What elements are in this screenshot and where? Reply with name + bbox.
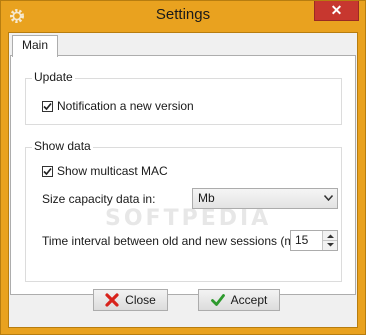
update-group-title: Update <box>32 70 75 84</box>
interval-value: 15 <box>295 233 309 247</box>
tab-panel-main: SOFTPEDIA Update Notification a new vers… <box>10 55 356 295</box>
spin-down-button[interactable] <box>322 240 337 250</box>
notification-label: Notification a new version <box>57 99 194 113</box>
accept-button-label: Accept <box>230 293 268 307</box>
notification-checkbox[interactable] <box>42 100 53 112</box>
red-x-icon <box>105 293 119 307</box>
interval-label: Time interval between old and new sessio… <box>42 234 312 248</box>
interval-spinbox[interactable]: 15 <box>290 230 338 251</box>
multicast-checkbox-row[interactable]: Show multicast MAC <box>42 164 168 178</box>
window-close-button[interactable]: ✕ <box>314 1 359 21</box>
show-data-group-title: Show data <box>32 139 93 153</box>
green-check-icon <box>210 294 225 306</box>
update-group: Update Notification a new version <box>25 70 342 125</box>
tab-main[interactable]: Main <box>12 35 58 57</box>
check-icon <box>43 167 52 175</box>
spin-up-button[interactable] <box>322 231 337 240</box>
interval-spin-buttons <box>322 231 337 250</box>
chevron-down-icon <box>324 195 333 201</box>
window-title: Settings <box>155 6 211 23</box>
settings-window: Settings ✕ Main SOFTPEDIA Update Notific… <box>0 0 366 335</box>
title-bar[interactable]: Settings ✕ <box>1 1 365 32</box>
show-data-group: Show data Show multicast MAC Size capaci… <box>25 139 342 282</box>
multicast-checkbox[interactable] <box>42 165 53 177</box>
size-capacity-label: Size capacity data in: <box>42 192 156 206</box>
close-button-label: Close <box>125 293 156 307</box>
client-area: Main SOFTPEDIA Update Notification a new… <box>8 32 358 328</box>
notification-checkbox-row[interactable]: Notification a new version <box>42 99 194 113</box>
accept-button[interactable]: Accept <box>198 289 280 311</box>
close-button[interactable]: Close <box>93 289 168 311</box>
multicast-label: Show multicast MAC <box>57 164 168 178</box>
size-capacity-select[interactable]: Mb <box>192 188 338 209</box>
size-capacity-value: Mb <box>198 191 215 205</box>
check-icon <box>43 102 52 110</box>
arrow-up-icon <box>327 234 334 238</box>
arrow-down-icon <box>327 243 334 247</box>
